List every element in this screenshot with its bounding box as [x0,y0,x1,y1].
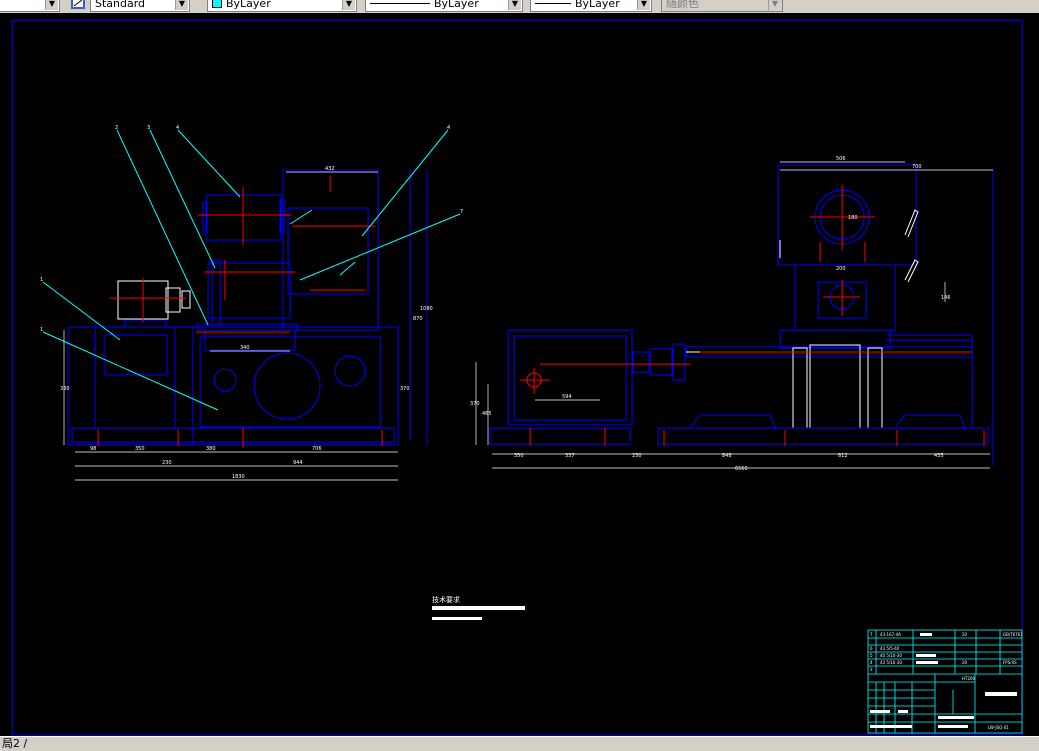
tb-cell: FPS/4S [1003,660,1017,665]
toolbar-partial-combo[interactable]: ▼ [0,0,60,12]
tb-cell: 7 [870,632,873,637]
lineweight-sample-icon [535,3,571,4]
tech-req-line-2 [432,617,482,620]
tb-cell: 43 5/5-40 [880,646,900,651]
left-view-dim-text: 432 340 870 1080 370 330 98 350 230 380 … [60,166,433,480]
right-view-centerlines [520,185,985,446]
dim-label: 337 [565,453,575,459]
dim-label: 230 [632,453,642,459]
balloon-label: 7 [460,209,463,215]
linetype-combo[interactable]: ByLayer ▼ [365,0,523,12]
dim-label: 200 [836,266,846,272]
tb-cell: 20 [962,660,968,665]
dim-label: 340 [240,345,250,351]
left-view [67,169,428,446]
tech-req-line-1 [432,606,525,610]
chevron-down-icon[interactable]: ▼ [45,0,58,10]
tb-cell: 43-167-4A [880,632,901,637]
chevron-down-icon[interactable]: ▼ [508,0,521,10]
tb-cell: 20 [962,632,968,637]
dim-label: 870 [413,316,423,322]
dim-label: 594 [562,394,572,400]
balloon-label: 3 [147,125,150,131]
linetype-sample-icon [370,3,430,4]
tb-cell: GB/T6767 [1003,632,1023,637]
balloon-label: 2 [115,125,118,131]
chevron-down-icon[interactable]: ▼ [342,0,355,10]
text-style-icon[interactable] [70,0,86,10]
balloon-label: 1 [40,327,43,333]
color-value: ByLayer [226,0,271,10]
tb-cell: 6 [870,646,873,651]
tb-cell: 4 [870,660,873,665]
dim-label: 700 [912,164,922,170]
dim-label: 180 [848,215,858,221]
right-view [489,164,994,465]
tb-cell: 3 [870,667,873,672]
linetype-value: ByLayer [434,0,479,10]
tb-cell: 43 5/10-30 [880,660,902,665]
dim-label: 706 [312,446,322,452]
tech-req-title: 技术要求 [432,595,460,604]
drawing-canvas[interactable]: 2 3 4 4 7 1 1 432 340 870 1080 370 330 9… [0,13,1039,736]
balloon-label: 4 [447,125,450,131]
text-style-value: Standard [95,0,146,10]
dim-label: 506 [836,156,846,162]
dim-label: 435 [934,453,944,459]
sheet-border [11,19,1023,736]
balloon-label: 4 [176,125,179,131]
dim-label: 230 [162,460,172,466]
dim-label: 6565 [735,466,748,472]
cad-drawing: 2 3 4 4 7 1 1 432 340 870 1080 370 330 9… [11,19,1023,736]
dim-label: 812 [838,453,848,459]
plot-style-combo: 随颜色 ▼ [661,0,783,12]
text-style-combo[interactable]: Standard ▼ [90,0,190,12]
left-view-dimensions [63,171,398,481]
right-view-upper-details [686,209,972,353]
left-view-centerlines [97,176,383,448]
plot-style-value: 随颜色 [666,0,699,10]
chevron-down-icon[interactable]: ▼ [637,0,650,10]
dim-label: 380 [206,446,216,452]
balloon-label: 1 [40,277,43,283]
color-swatch-icon [212,0,222,8]
dim-label: 465 [482,411,492,417]
tb-cell: 5 [870,653,873,658]
chevron-down-icon[interactable]: ▼ [175,0,188,10]
color-combo[interactable]: ByLayer ▼ [207,0,357,12]
chevron-down-icon: ▼ [768,0,781,10]
left-view-leaders [42,129,461,411]
lineweight-value: ByLayer [575,0,620,10]
technical-requirements: 技术要求 [432,595,525,620]
layout-tab-bar: 局2 / [0,736,1039,751]
right-view-dimensions [475,161,993,469]
left-view-balloon-labels: 2 3 4 4 7 1 1 [40,125,463,333]
layout-tab[interactable]: 局2 / [0,737,29,750]
dim-label: 370 [470,401,480,407]
dim-label: 370 [400,386,410,392]
lineweight-combo[interactable]: ByLayer ▼ [530,0,652,12]
dim-label: 1830 [232,474,245,480]
tb-drawing-no: LW-JSQ-01 [988,725,1009,730]
dim-label: 350 [135,446,145,452]
dim-label: 98 [90,446,96,452]
tb-cell: 40 5/10-30 [880,653,902,658]
dim-label: 848 [722,453,732,459]
dim-label: 432 [325,166,335,172]
dim-label: 146 [941,295,951,301]
dim-label: 944 [293,460,303,466]
dim-label: 1080 [420,306,433,312]
dim-label: 330 [60,386,70,392]
properties-toolbar: ▼ Standard ▼ ByLayer ▼ ByLayer ▼ ByLayer… [0,0,1039,14]
tb-material: HT200 [962,676,976,681]
dim-label: 350 [514,453,524,459]
